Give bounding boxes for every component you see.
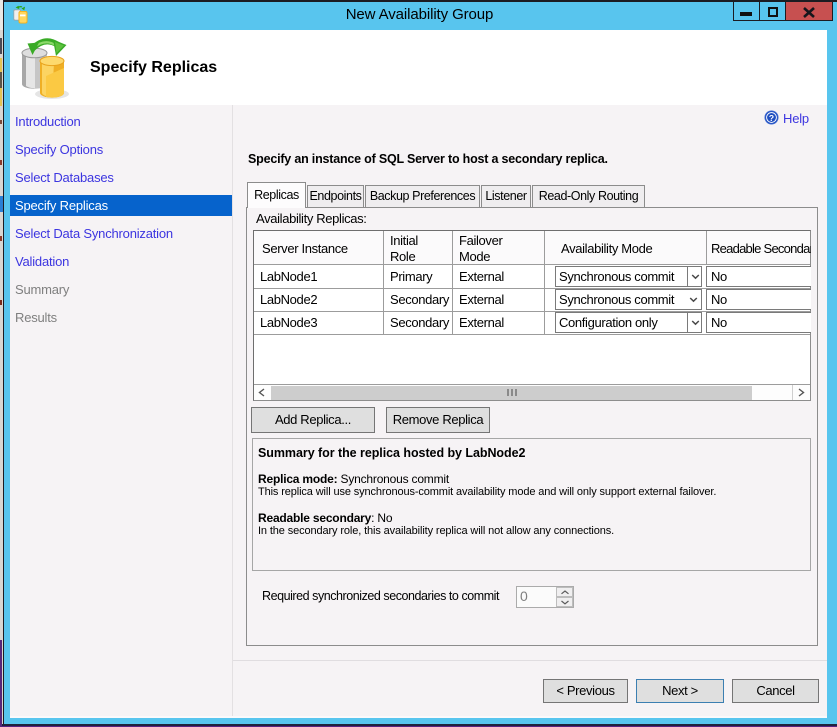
svg-text:?: ? [769,113,774,123]
